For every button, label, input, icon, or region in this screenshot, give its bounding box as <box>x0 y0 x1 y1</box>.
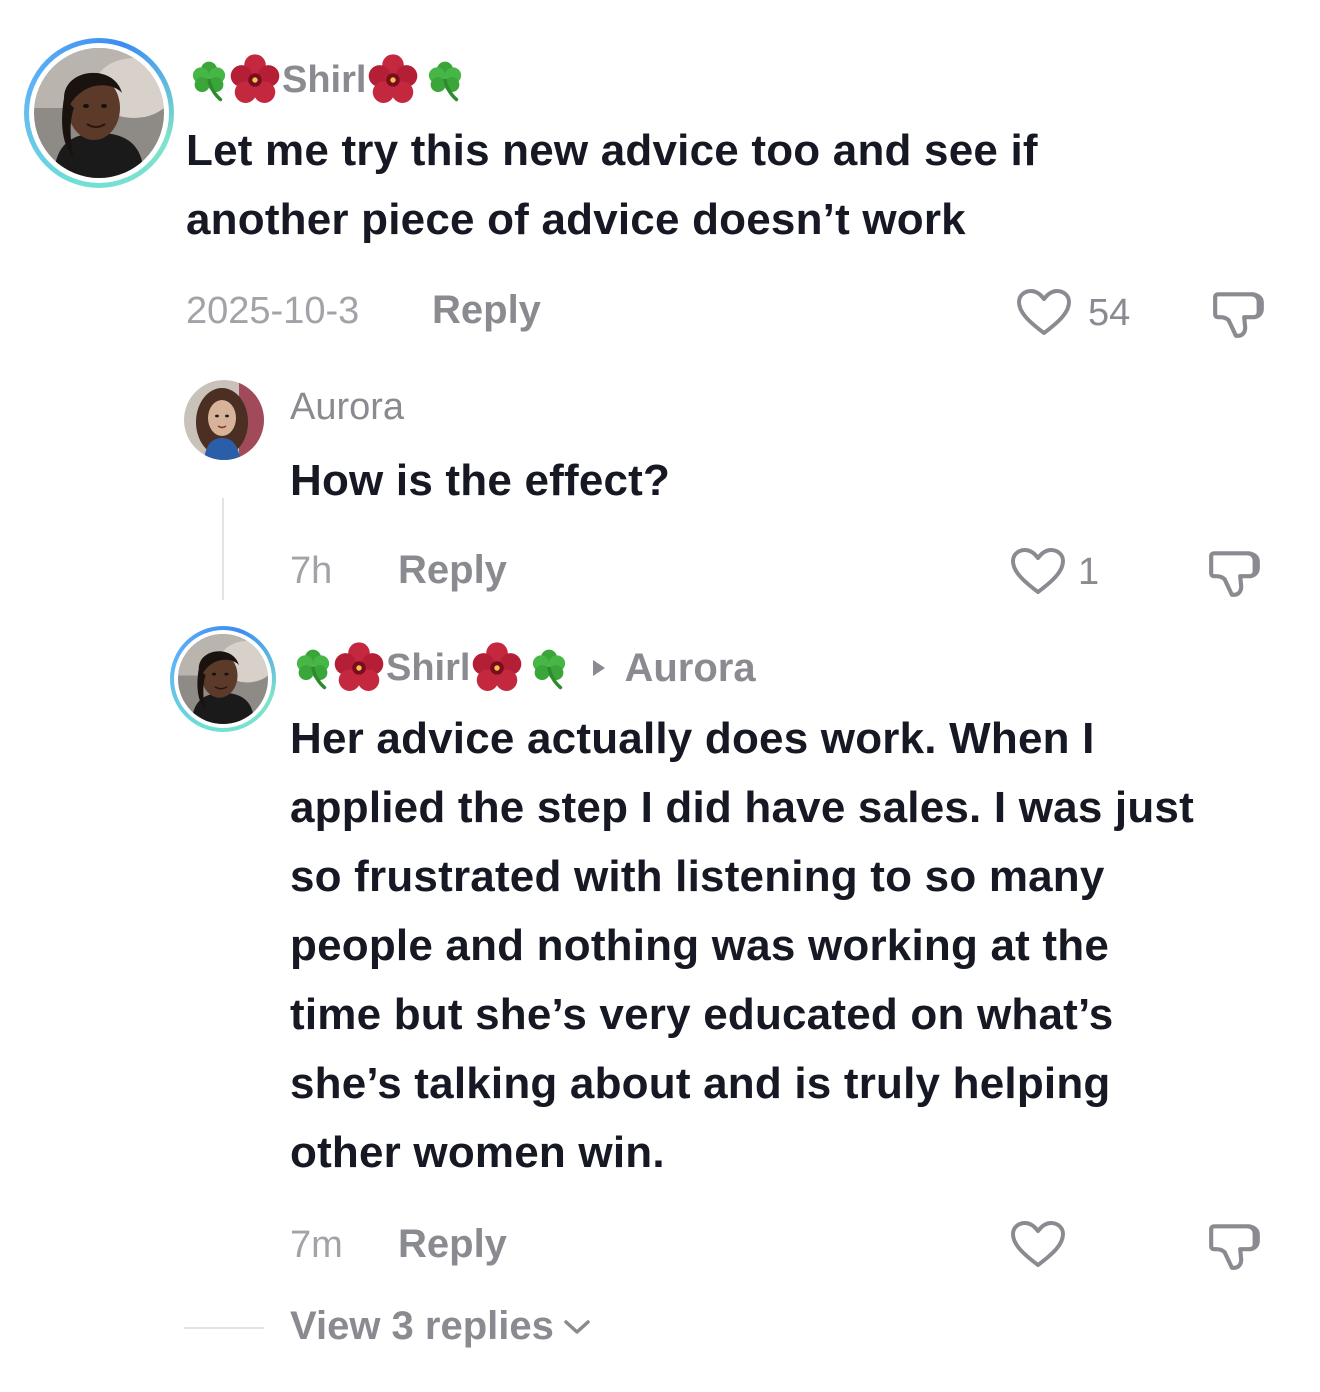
reply-button[interactable]: Reply <box>398 548 507 593</box>
comment-date: 7h <box>290 550 333 592</box>
heart-icon[interactable] <box>1010 1220 1066 1270</box>
shamrock-icon <box>526 645 572 691</box>
chevron-down-icon <box>564 1319 590 1334</box>
comment-text-line: other women win. <box>290 1128 665 1177</box>
comment-text-line: Her advice actually does work. When I <box>290 714 1095 763</box>
shamrock-icon <box>422 57 468 103</box>
hibiscus-icon <box>470 641 524 695</box>
thread-line <box>222 498 224 600</box>
avatar[interactable] <box>184 380 264 460</box>
hibiscus-icon <box>332 641 386 695</box>
comment-username[interactable]: Shirl Aurora <box>290 642 756 694</box>
avatar[interactable] <box>24 38 174 188</box>
comment-text-line: people and nothing was working at the <box>290 921 1109 970</box>
comment-username[interactable]: Aurora <box>290 386 404 429</box>
avatar[interactable] <box>170 626 276 732</box>
view-replies-button[interactable]: View 3 replies <box>290 1304 592 1349</box>
comment-text-line: applied the step I did have sales. I was… <box>290 783 1194 832</box>
view-replies-label: View 3 replies <box>290 1304 554 1348</box>
shamrock-icon <box>186 57 232 103</box>
comment-text-line: time but she’s very educated on what’s <box>290 990 1114 1039</box>
heart-icon[interactable] <box>1016 288 1072 338</box>
like-count: 54 <box>1088 292 1131 334</box>
dislike-icon[interactable] <box>1206 1216 1264 1274</box>
reply-button[interactable]: Reply <box>398 1222 507 1267</box>
comment-text-line: so frustrated with listening to so many <box>290 852 1105 901</box>
dislike-icon[interactable] <box>1210 284 1268 342</box>
hibiscus-icon <box>228 53 282 107</box>
comment-text: Her advice actually does work. When I ap… <box>290 704 1300 1187</box>
comment-date: 2025-10-3 <box>186 290 360 332</box>
divider <box>184 1327 264 1329</box>
shamrock-icon <box>290 645 336 691</box>
username-text: Shirl <box>386 646 471 689</box>
dislike-icon[interactable] <box>1206 543 1264 601</box>
comment-username[interactable]: Shirl <box>186 54 468 106</box>
heart-icon[interactable] <box>1010 547 1066 597</box>
reply-target-username[interactable]: Aurora <box>624 646 755 691</box>
like-count: 1 <box>1078 551 1100 593</box>
comment-text-line: she’s talking about and is truly helping <box>290 1059 1111 1108</box>
reply-button[interactable]: Reply <box>432 288 541 333</box>
comment-text: Let me try this new advice too and see i… <box>186 126 1038 244</box>
hibiscus-icon <box>366 53 420 107</box>
username-text: Shirl <box>282 58 367 101</box>
reply-arrow-icon <box>593 660 606 676</box>
comment-text: How is the effect? <box>290 456 671 505</box>
comment-date: 7m <box>290 1224 343 1266</box>
